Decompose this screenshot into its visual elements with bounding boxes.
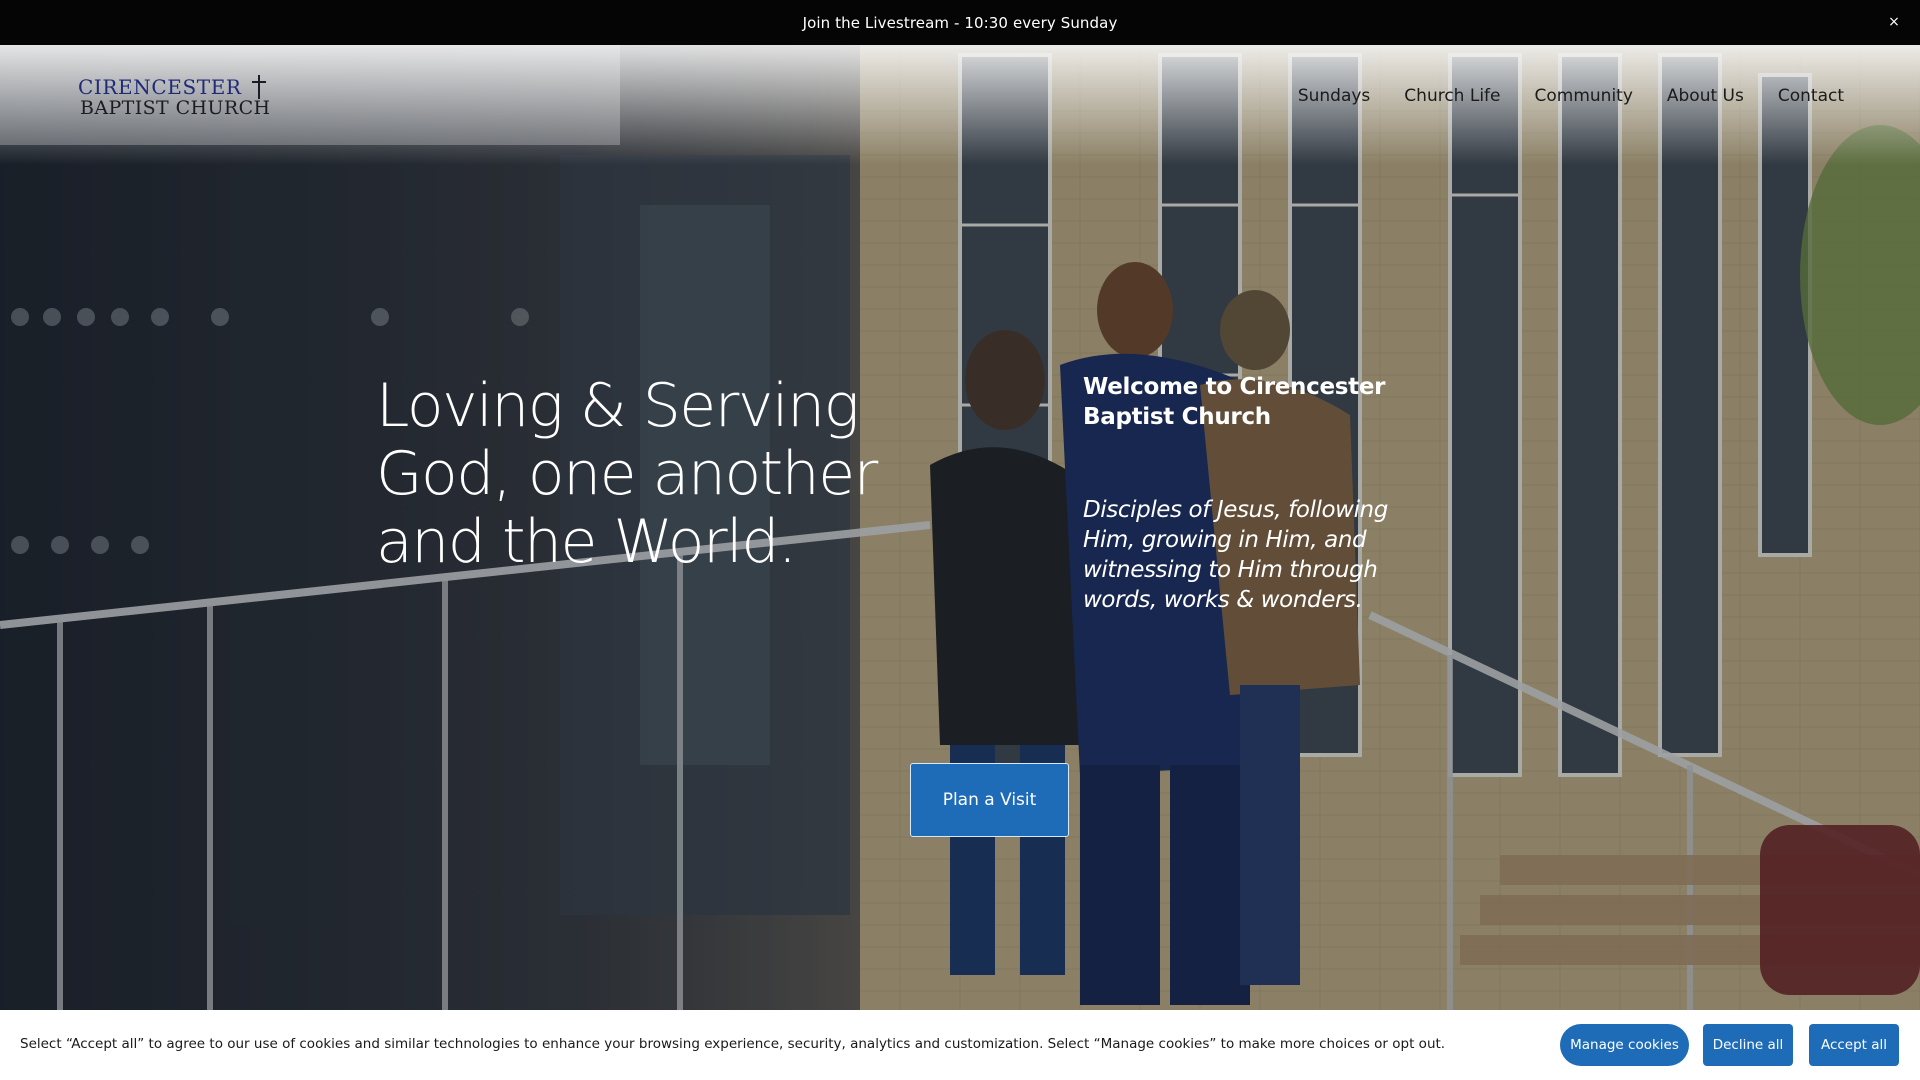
nav-about-us[interactable]: About Us <box>1667 86 1744 106</box>
decline-all-button[interactable]: Decline all <box>1703 1024 1793 1066</box>
manage-cookies-button[interactable]: Manage cookies <box>1560 1024 1689 1066</box>
nav-contact[interactable]: Contact <box>1778 86 1844 106</box>
cookie-message: Select “Accept all” to agree to our use … <box>20 1036 1446 1052</box>
close-icon[interactable]: × <box>1882 10 1906 34</box>
logo-line1: CIRENCESTER <box>78 75 242 99</box>
hero-photo-illustration <box>0 45 1920 1010</box>
mission-statement: Disciples of Jesus, following Him, growi… <box>1083 497 1388 613</box>
welcome-heading: Welcome to Cirencester Baptist Church <box>1083 374 1386 430</box>
cross-icon <box>252 75 266 99</box>
plan-a-visit-button[interactable]: Plan a Visit <box>910 763 1069 837</box>
main-nav: Sundays Church Life Community About Us C… <box>1298 86 1844 106</box>
nav-community[interactable]: Community <box>1535 86 1633 106</box>
hero-background-photo <box>0 45 1920 1010</box>
accept-all-button[interactable]: Accept all <box>1809 1024 1899 1066</box>
announcement-bar: Join the Livestream - 10:30 every Sunday… <box>0 0 1920 45</box>
church-logo[interactable]: CIRENCESTER BAPTIST CHURCH <box>78 75 271 119</box>
logo-line2: BAPTIST CHURCH <box>80 97 271 119</box>
nav-church-life[interactable]: Church Life <box>1404 86 1500 106</box>
hero-headline: Loving & Serving God, one another and th… <box>376 371 878 577</box>
nav-sundays[interactable]: Sundays <box>1298 86 1370 106</box>
announcement-text[interactable]: Join the Livestream - 10:30 every Sunday <box>803 14 1118 32</box>
